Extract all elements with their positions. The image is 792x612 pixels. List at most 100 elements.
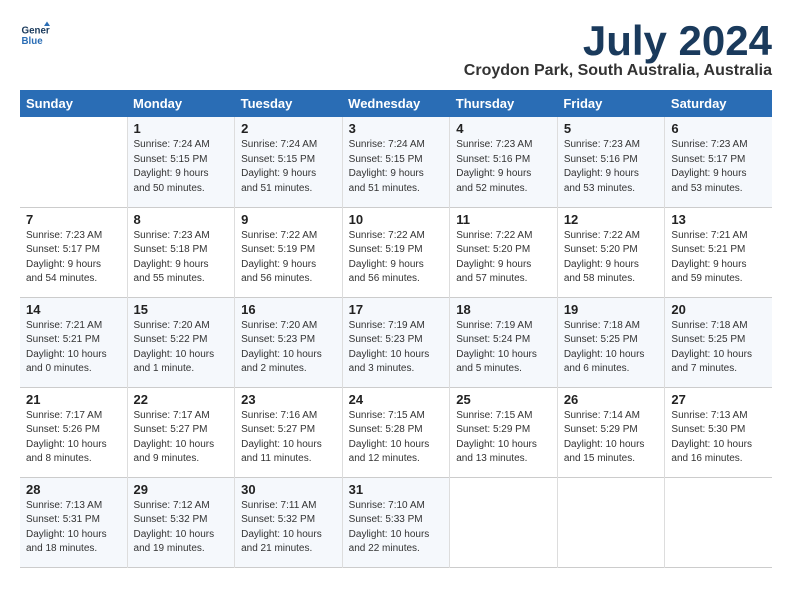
day-info: Sunrise: 7:24 AM Sunset: 5:15 PM Dayligh…: [241, 138, 336, 196]
day-info: Sunrise: 7:14 AM Sunset: 5:29 PM Dayligh…: [564, 409, 659, 467]
week-row: 21 Sunrise: 7:17 AM Sunset: 5:26 PM Dayli…: [20, 387, 772, 477]
day-cell: 19 Sunrise: 7:18 AM Sunset: 5:25 PM Dayli…: [557, 297, 665, 387]
day-info: Sunrise: 7:23 AM Sunset: 5:18 PM Dayligh…: [134, 229, 229, 287]
header-cell-sunday: Sunday: [20, 90, 127, 117]
day-info: Sunrise: 7:22 AM Sunset: 5:19 PM Dayligh…: [241, 229, 336, 287]
day-cell: 27 Sunrise: 7:13 AM Sunset: 5:30 PM Dayli…: [665, 387, 772, 477]
day-cell: 20Sunrise: 7:18 AM Sunset: 5:25 PM Dayli…: [665, 297, 772, 387]
day-cell: [557, 477, 665, 567]
day-cell: 24 Sunrise: 7:15 AM Sunset: 5:28 PM Dayli…: [342, 387, 450, 477]
svg-text:General: General: [22, 26, 51, 37]
day-number: 20: [671, 302, 766, 317]
day-cell: 4Sunrise: 7:23 AM Sunset: 5:16 PM Daylig…: [450, 117, 558, 207]
day-cell: [20, 117, 127, 207]
day-number: 28: [26, 482, 121, 497]
day-cell: 26 Sunrise: 7:14 AM Sunset: 5:29 PM Dayli…: [557, 387, 665, 477]
day-info: Sunrise: 7:23 AM Sunset: 5:16 PM Dayligh…: [564, 138, 659, 196]
day-number: 17: [349, 302, 444, 317]
day-info: Sunrise: 7:17 AM Sunset: 5:27 PM Dayligh…: [134, 409, 229, 467]
day-cell: 28 Sunrise: 7:13 AM Sunset: 5:31 PM Dayli…: [20, 477, 127, 567]
day-number: 27: [671, 392, 766, 407]
day-number: 22: [134, 392, 229, 407]
day-info: Sunrise: 7:18 AM Sunset: 5:25 PM Dayligh…: [564, 319, 659, 377]
day-number: 25: [456, 392, 551, 407]
day-cell: 21 Sunrise: 7:17 AM Sunset: 5:26 PM Dayli…: [20, 387, 127, 477]
day-cell: 6 Sunrise: 7:23 AM Sunset: 5:17 PM Daylig…: [665, 117, 772, 207]
location-title: Croydon Park, South Australia, Australia: [464, 62, 772, 80]
day-number: 23: [241, 392, 336, 407]
week-row: 1 Sunrise: 7:24 AM Sunset: 5:15 PM Daylig…: [20, 117, 772, 207]
day-cell: 10Sunrise: 7:22 AM Sunset: 5:19 PM Dayli…: [342, 207, 450, 297]
day-number: 11: [456, 212, 551, 227]
day-cell: 30 Sunrise: 7:11 AM Sunset: 5:32 PM Dayli…: [235, 477, 343, 567]
day-number: 3: [349, 121, 444, 136]
day-cell: 2 Sunrise: 7:24 AM Sunset: 5:15 PM Daylig…: [235, 117, 343, 207]
day-info: Sunrise: 7:19 AM Sunset: 5:23 PM Dayligh…: [349, 319, 444, 377]
month-title: July 2024: [464, 20, 772, 62]
calendar-table: SundayMondayTuesdayWednesdayThursdayFrid…: [20, 90, 772, 568]
day-info: Sunrise: 7:23 AM Sunset: 5:16 PM Dayligh…: [456, 138, 551, 196]
day-info: Sunrise: 7:23 AM Sunset: 5:17 PM Dayligh…: [671, 138, 766, 196]
day-cell: 8 Sunrise: 7:23 AM Sunset: 5:18 PM Daylig…: [127, 207, 235, 297]
day-number: 14: [26, 302, 121, 317]
day-info: Sunrise: 7:19 AM Sunset: 5:24 PM Dayligh…: [456, 319, 551, 377]
day-number: 15: [134, 302, 229, 317]
day-info: Sunrise: 7:22 AM Sunset: 5:19 PM Dayligh…: [349, 229, 444, 287]
day-number: 5: [564, 121, 659, 136]
day-number: 31: [349, 482, 444, 497]
day-number: 6: [671, 121, 766, 136]
day-info: Sunrise: 7:24 AM Sunset: 5:15 PM Dayligh…: [134, 138, 229, 196]
header-cell-saturday: Saturday: [665, 90, 772, 117]
day-number: 7: [26, 212, 121, 227]
day-number: 13: [671, 212, 766, 227]
day-cell: 13 Sunrise: 7:21 AM Sunset: 5:21 PM Dayli…: [665, 207, 772, 297]
header-cell-wednesday: Wednesday: [342, 90, 450, 117]
day-info: Sunrise: 7:22 AM Sunset: 5:20 PM Dayligh…: [564, 229, 659, 287]
day-cell: 15Sunrise: 7:20 AM Sunset: 5:22 PM Dayli…: [127, 297, 235, 387]
header-cell-thursday: Thursday: [450, 90, 558, 117]
header: General Blue July 2024 Croydon Park, Sou…: [20, 20, 772, 80]
day-info: Sunrise: 7:12 AM Sunset: 5:32 PM Dayligh…: [134, 499, 229, 557]
day-cell: 11 Sunrise: 7:22 AM Sunset: 5:20 PM Dayli…: [450, 207, 558, 297]
day-number: 9: [241, 212, 336, 227]
day-cell: 3 Sunrise: 7:24 AM Sunset: 5:15 PM Daylig…: [342, 117, 450, 207]
day-number: 21: [26, 392, 121, 407]
day-number: 2: [241, 121, 336, 136]
header-row: SundayMondayTuesdayWednesdayThursdayFrid…: [20, 90, 772, 117]
day-info: Sunrise: 7:21 AM Sunset: 5:21 PM Dayligh…: [26, 319, 121, 377]
day-number: 24: [349, 392, 444, 407]
day-cell: 5 Sunrise: 7:23 AM Sunset: 5:16 PM Daylig…: [557, 117, 665, 207]
svg-text:Blue: Blue: [22, 36, 44, 47]
day-info: Sunrise: 7:13 AM Sunset: 5:30 PM Dayligh…: [671, 409, 766, 467]
day-info: Sunrise: 7:24 AM Sunset: 5:15 PM Dayligh…: [349, 138, 444, 196]
day-number: 8: [134, 212, 229, 227]
day-number: 1: [134, 121, 229, 136]
header-cell-tuesday: Tuesday: [235, 90, 343, 117]
day-info: Sunrise: 7:15 AM Sunset: 5:29 PM Dayligh…: [456, 409, 551, 467]
day-info: Sunrise: 7:22 AM Sunset: 5:20 PM Dayligh…: [456, 229, 551, 287]
day-number: 30: [241, 482, 336, 497]
logo: General Blue: [20, 20, 50, 50]
day-cell: 22 Sunrise: 7:17 AM Sunset: 5:27 PM Dayli…: [127, 387, 235, 477]
day-info: Sunrise: 7:11 AM Sunset: 5:32 PM Dayligh…: [241, 499, 336, 557]
day-cell: 17 Sunrise: 7:19 AM Sunset: 5:23 PM Dayli…: [342, 297, 450, 387]
day-info: Sunrise: 7:16 AM Sunset: 5:27 PM Dayligh…: [241, 409, 336, 467]
day-number: 19: [564, 302, 659, 317]
title-section: July 2024 Croydon Park, South Australia,…: [464, 20, 772, 80]
day-info: Sunrise: 7:13 AM Sunset: 5:31 PM Dayligh…: [26, 499, 121, 557]
day-number: 26: [564, 392, 659, 407]
day-info: Sunrise: 7:21 AM Sunset: 5:21 PM Dayligh…: [671, 229, 766, 287]
day-info: Sunrise: 7:17 AM Sunset: 5:26 PM Dayligh…: [26, 409, 121, 467]
week-row: 14 Sunrise: 7:21 AM Sunset: 5:21 PM Dayli…: [20, 297, 772, 387]
day-cell: [450, 477, 558, 567]
week-row: 28 Sunrise: 7:13 AM Sunset: 5:31 PM Dayli…: [20, 477, 772, 567]
week-row: 7Sunrise: 7:23 AM Sunset: 5:17 PM Daylig…: [20, 207, 772, 297]
day-number: 16: [241, 302, 336, 317]
day-cell: 9 Sunrise: 7:22 AM Sunset: 5:19 PM Daylig…: [235, 207, 343, 297]
day-cell: 1 Sunrise: 7:24 AM Sunset: 5:15 PM Daylig…: [127, 117, 235, 207]
day-info: Sunrise: 7:15 AM Sunset: 5:28 PM Dayligh…: [349, 409, 444, 467]
day-info: Sunrise: 7:10 AM Sunset: 5:33 PM Dayligh…: [349, 499, 444, 557]
day-cell: 14 Sunrise: 7:21 AM Sunset: 5:21 PM Dayli…: [20, 297, 127, 387]
day-cell: 31 Sunrise: 7:10 AM Sunset: 5:33 PM Dayli…: [342, 477, 450, 567]
day-number: 12: [564, 212, 659, 227]
